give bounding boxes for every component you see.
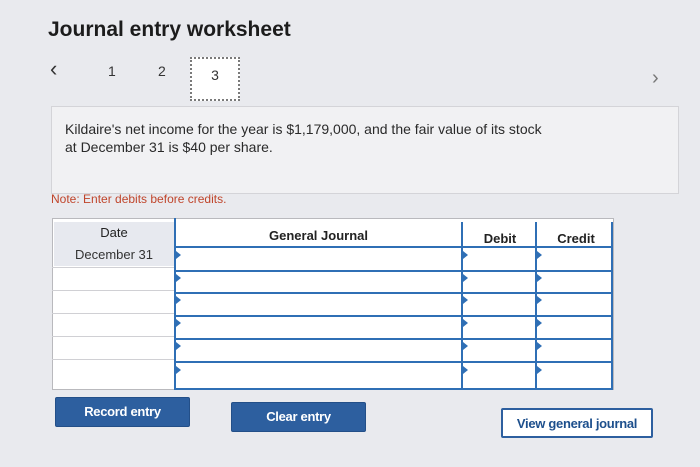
debit-input-row-5[interactable]: [463, 340, 534, 361]
account-input-row-4[interactable]: [176, 317, 460, 338]
question-text-line-2: at December 31 is $40 per share.: [65, 139, 273, 155]
credit-input-row-2[interactable]: [537, 272, 610, 292]
debit-input-row-3[interactable]: [463, 294, 534, 315]
credit-input-row-3[interactable]: [537, 294, 610, 315]
cell-marker-icon: [537, 296, 542, 304]
debit-input-row-2[interactable]: [463, 272, 534, 292]
cell-marker-icon: [537, 251, 542, 259]
debit-input-row-1[interactable]: [463, 248, 534, 270]
cell-marker-icon: [463, 319, 468, 327]
row-divider: [174, 388, 613, 390]
row-divider: [52, 290, 174, 291]
record-entry-button[interactable]: Record entry: [55, 397, 190, 427]
question-text: Kildaire's net income for the year is $1…: [65, 120, 625, 156]
credit-input-row-6[interactable]: [537, 363, 610, 388]
account-input-row-6[interactable]: [176, 363, 460, 388]
cell-marker-icon: [176, 366, 181, 374]
step-2-tab[interactable]: 2: [158, 63, 166, 79]
clear-entry-button[interactable]: Clear entry: [231, 402, 366, 432]
row-divider: [52, 359, 174, 360]
credit-input-row-1[interactable]: [537, 248, 610, 270]
cell-marker-icon: [176, 274, 181, 282]
cell-marker-icon: [537, 319, 542, 327]
question-text-line-1: Kildaire's net income for the year is $1…: [65, 121, 542, 137]
cell-marker-icon: [463, 296, 468, 304]
chevron-right-icon[interactable]: ›: [652, 68, 659, 88]
row-divider: [52, 336, 174, 337]
cell-marker-icon: [463, 366, 468, 374]
account-input-row-1[interactable]: [176, 248, 460, 270]
account-input-row-5[interactable]: [176, 340, 460, 361]
cell-marker-icon: [537, 274, 542, 282]
cell-marker-icon: [537, 366, 542, 374]
cell-marker-icon: [176, 342, 181, 350]
cell-marker-icon: [463, 342, 468, 350]
row-divider: [52, 267, 174, 268]
credit-input-row-5[interactable]: [537, 340, 610, 361]
date-column-header: Date: [54, 222, 174, 246]
credit-input-row-4[interactable]: [537, 317, 610, 338]
chevron-left-icon[interactable]: ‹: [50, 58, 57, 80]
debit-input-row-6[interactable]: [463, 363, 534, 388]
debit-input-row-4[interactable]: [463, 317, 534, 338]
page-title: Journal entry worksheet: [48, 18, 291, 41]
cell-marker-icon: [176, 319, 181, 327]
view-general-journal-button[interactable]: View general journal: [501, 408, 653, 438]
account-input-row-3[interactable]: [176, 294, 460, 315]
step-3-tab-active[interactable]: 3: [190, 57, 240, 101]
account-input-row-2[interactable]: [176, 272, 460, 292]
cell-marker-icon: [176, 296, 181, 304]
date-cell: December 31: [54, 246, 174, 266]
step-1-tab[interactable]: 1: [108, 63, 116, 79]
cell-marker-icon: [463, 274, 468, 282]
cell-marker-icon: [537, 342, 542, 350]
row-divider: [52, 313, 174, 314]
cell-marker-icon: [463, 251, 468, 259]
instruction-note: Note: Enter debits before credits.: [51, 192, 227, 206]
cell-marker-icon: [176, 251, 181, 259]
